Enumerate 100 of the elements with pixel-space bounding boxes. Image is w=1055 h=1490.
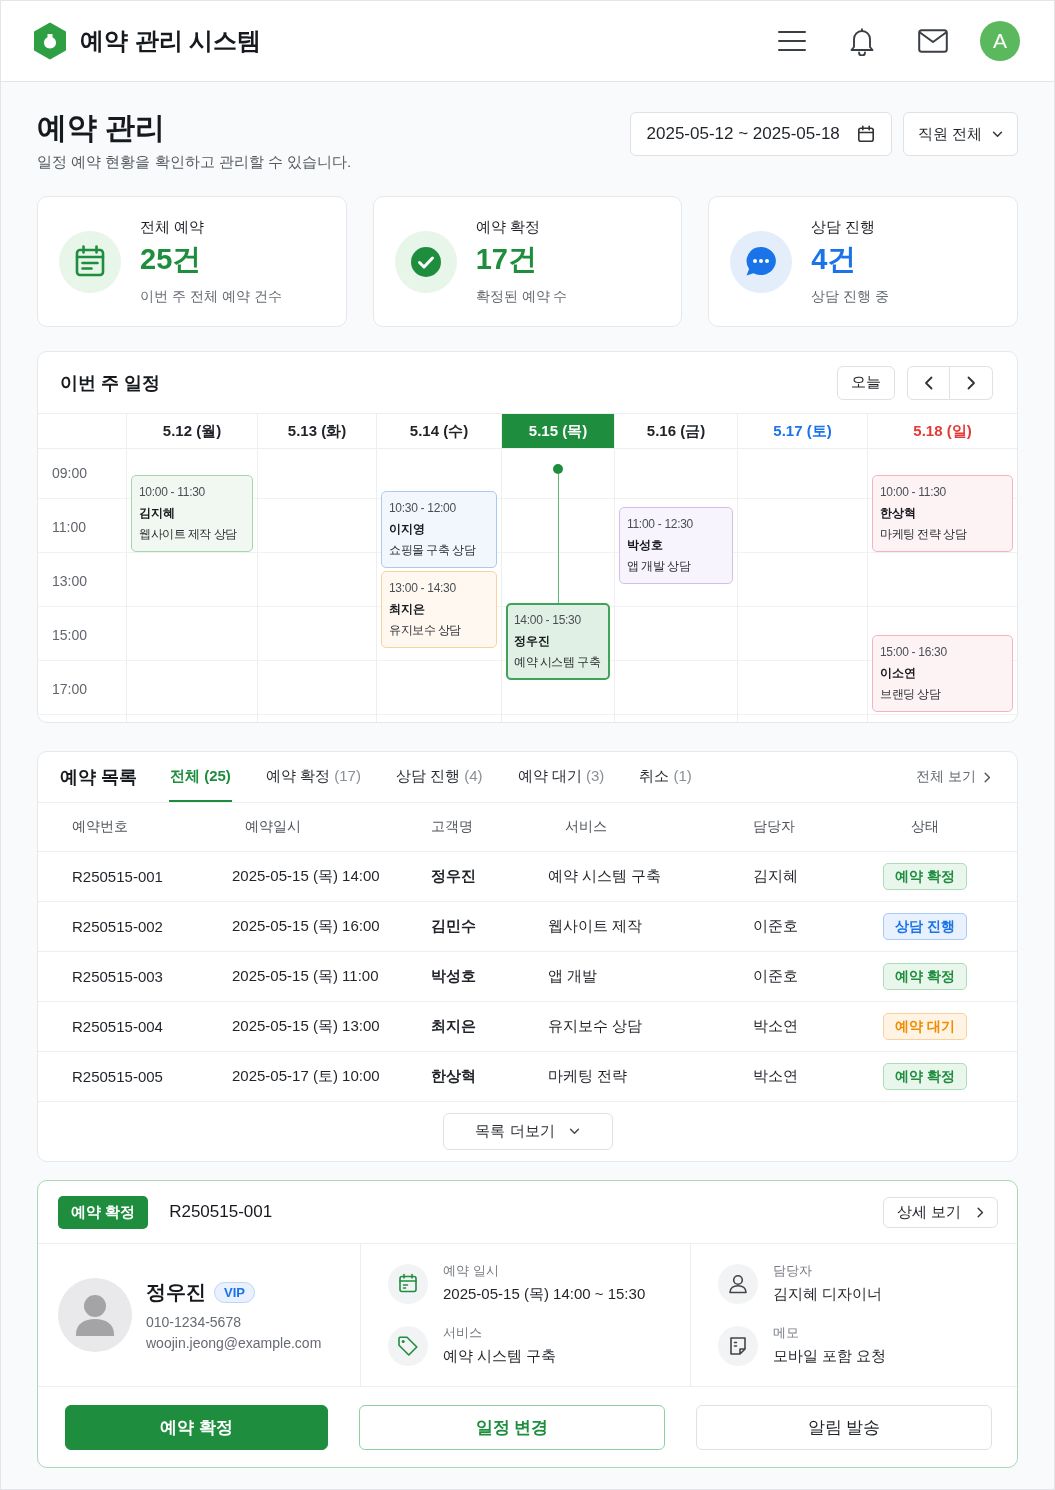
event-time: 13:00 - 14:30 xyxy=(389,580,457,597)
customer-email: woojin.jeong@example.com xyxy=(146,1335,322,1351)
field-value: 예약 시스템 구축 xyxy=(443,1346,557,1366)
chat-bubble-icon xyxy=(730,230,793,293)
event-service: 유지보수 상담 xyxy=(389,622,462,639)
column-header: 고객명 xyxy=(431,818,474,836)
event-time: 15:00 - 16:30 xyxy=(880,644,948,661)
event-customer: 최지은 xyxy=(389,601,426,618)
table-cell-text: 예약 시스템 구축 xyxy=(548,867,663,886)
filter-tab[interactable]: 전체 (25) xyxy=(169,752,232,802)
view-all-link[interactable]: 전체 보기 xyxy=(916,768,991,786)
event-card[interactable]: 10:30 - 12:00 이지영 쇼핑몰 구축 상담 xyxy=(381,491,497,568)
table-cell-text: 이준호 xyxy=(753,917,799,936)
time-label: 17:00 xyxy=(52,681,88,697)
field-label: 메모 xyxy=(773,1324,800,1342)
field-value: 모바일 포함 요청 xyxy=(773,1346,887,1366)
menu-icon[interactable] xyxy=(778,30,806,52)
event-card[interactable]: 14:00 - 15:30 정우진 예약 시스템 구축 xyxy=(506,603,610,680)
event-card[interactable]: 10:00 - 11:30 한상혁 마케팅 전략 상담 xyxy=(872,475,1013,552)
table-cell-text: 박성호 xyxy=(431,967,477,986)
chevron-right-icon xyxy=(977,1206,984,1218)
event-time: 10:00 - 11:30 xyxy=(880,484,947,501)
event-customer: 이지영 xyxy=(389,521,426,538)
tag-icon xyxy=(388,1325,428,1366)
stat-label: 상담 진행 xyxy=(811,217,877,237)
event-service: 앱 개발 상담 xyxy=(627,558,692,575)
section-title: 이번 주 일정 xyxy=(60,371,160,395)
event-time: 10:30 - 12:00 xyxy=(389,500,457,517)
field-value: 2025-05-15 (목) 14:00 ~ 15:30 xyxy=(443,1284,646,1304)
calendar-icon xyxy=(59,230,121,293)
bell-icon[interactable] xyxy=(849,26,875,56)
table-cell-text: 정우진 xyxy=(431,867,477,886)
event-customer: 이소연 xyxy=(880,665,917,682)
action-button[interactable]: 알림 발송 xyxy=(696,1404,992,1450)
page-title: 예약 관리 xyxy=(37,110,167,146)
event-time: 10:00 - 11:30 xyxy=(139,484,206,501)
stat-value: 25건 xyxy=(140,242,203,277)
filter-tab[interactable]: 상담 진행 (4) xyxy=(394,752,484,802)
time-label: 11:00 xyxy=(52,519,86,535)
event-service: 브랜딩 상담 xyxy=(880,686,942,703)
event-customer: 정우진 xyxy=(514,633,551,650)
status-badge: 예약 확정 xyxy=(883,863,967,890)
stat-value: 4건 xyxy=(811,242,858,277)
next-week-button[interactable] xyxy=(950,365,993,400)
action-button[interactable]: 예약 확정 xyxy=(65,1404,328,1450)
logo-icon xyxy=(32,22,68,60)
action-button[interactable]: 일정 변경 xyxy=(359,1404,665,1450)
status-badge: 예약 확정 xyxy=(883,1063,967,1090)
field-label: 서비스 xyxy=(443,1324,483,1342)
filter-tab[interactable]: 취소 (1) xyxy=(638,752,693,802)
time-label: 09:00 xyxy=(52,465,88,481)
table-cell-text: 김지혜 xyxy=(753,867,799,886)
event-card[interactable]: 11:00 - 12:30 박성호 앱 개발 상담 xyxy=(619,507,733,584)
table-cell-text: R250515-002 xyxy=(72,918,164,935)
column-header: 서비스 xyxy=(564,818,608,836)
table-cell-text: 2025-05-15 (목) 14:00 xyxy=(232,867,381,886)
event-service: 예약 시스템 구축 xyxy=(514,654,602,671)
table-cell-text: R250515-005 xyxy=(72,1068,164,1085)
calendar-icon xyxy=(388,1263,428,1304)
table-cell-text: 유지보수 상담 xyxy=(548,1017,644,1036)
load-more-button[interactable]: 목록 더보기 xyxy=(442,1113,613,1150)
mail-icon[interactable] xyxy=(918,29,948,53)
user-avatar-icon xyxy=(58,1278,132,1352)
customer-phone: 010-1234-5678 xyxy=(146,1314,242,1330)
table-cell-text: 마케팅 전략 xyxy=(548,1067,629,1086)
date-range-picker[interactable]: 2025-05-12 ~ 2025-05-18 xyxy=(629,112,892,156)
note-icon xyxy=(718,1325,758,1366)
app-title: 예약 관리 시스템 xyxy=(80,26,262,56)
column-header: 예약일시 xyxy=(244,818,302,836)
table-cell-text: 2025-05-15 (목) 11:00 xyxy=(232,967,380,986)
stat-description: 이번 주 전체 예약 건수 xyxy=(140,287,282,306)
column-header: 담당자 xyxy=(753,818,796,836)
event-service: 쇼핑몰 구축 상담 xyxy=(389,542,477,559)
stat-label: 전체 예약 xyxy=(140,217,206,237)
table-cell-text: 이준호 xyxy=(753,967,799,986)
person-icon xyxy=(718,1263,758,1304)
table-cell-text: 앱 개발 xyxy=(548,967,599,986)
table-cell-text: 2025-05-15 (목) 13:00 xyxy=(232,1017,381,1036)
filter-tab[interactable]: 예약 확정 (17) xyxy=(264,752,362,802)
status-badge: 상담 진행 xyxy=(883,913,967,940)
stat-description: 확정된 예약 수 xyxy=(475,287,568,306)
day-header: 5.12 (월) xyxy=(126,414,257,448)
event-time: 14:00 - 15:30 xyxy=(514,612,582,629)
filter-tab[interactable]: 예약 대기 (3) xyxy=(516,752,606,802)
day-header: 5.13 (화) xyxy=(257,414,376,448)
event-card[interactable]: 10:00 - 11:30 김지혜 웹사이트 제작 상담 xyxy=(131,475,253,552)
day-header: 5.18 (일) xyxy=(867,414,1017,448)
staff-filter-dropdown[interactable]: 직원 전체 xyxy=(902,112,1018,156)
chevron-down-icon xyxy=(992,130,1003,138)
event-card[interactable]: 15:00 - 16:30 이소연 브랜딩 상담 xyxy=(872,635,1013,712)
view-details-button[interactable]: 상세 보기 xyxy=(882,1196,998,1228)
event-card[interactable]: 13:00 - 14:30 최지은 유지보수 상담 xyxy=(381,571,497,648)
table-cell-text: 2025-05-17 (토) 10:00 xyxy=(232,1067,381,1086)
previous-week-button[interactable] xyxy=(907,365,950,400)
today-button[interactable]: 오늘 xyxy=(837,365,895,400)
table-cell-text: 김민수 xyxy=(431,917,477,936)
chevron-right-icon xyxy=(984,771,991,783)
time-label: 13:00 xyxy=(52,573,88,589)
stat-label: 예약 확정 xyxy=(475,217,541,237)
status-badge: 예약 확정 xyxy=(883,963,967,990)
